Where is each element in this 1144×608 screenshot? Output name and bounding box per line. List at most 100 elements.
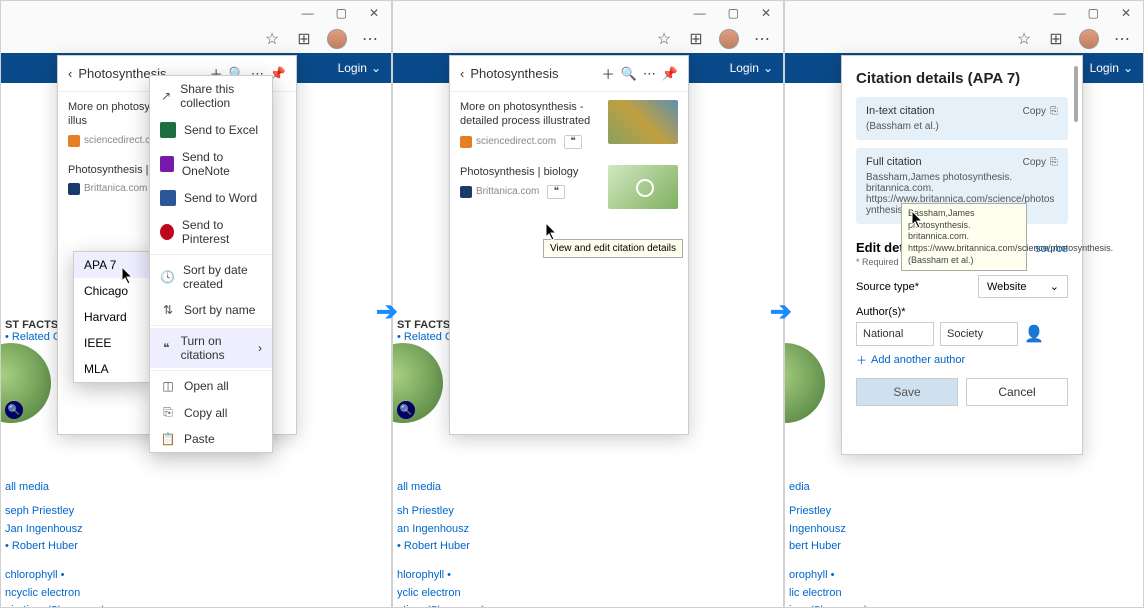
author-first-input[interactable]: National — [856, 322, 934, 346]
browser-toolbar: ☆ ⊞ ⋯ — [1003, 25, 1143, 53]
link-ingenhousz[interactable]: Ingenhousz — [789, 521, 846, 539]
link-electron[interactable]: lic electron — [789, 587, 842, 599]
format-ieee[interactable]: IEEE — [74, 330, 150, 356]
card-1-title: More on photosynthesis - detailed proces… — [460, 100, 600, 129]
card-2-thumbnail — [608, 165, 678, 209]
frame-step-1: — ▢ ✕ ☆ ⊞ ⋯ Login ⌄ ST FACTS • Related C… — [0, 0, 392, 608]
people-links: Priestley Ingenhousz bert Huber — [789, 503, 846, 556]
more-icon[interactable]: ⋯ — [753, 30, 771, 48]
menu-copy-all[interactable]: ⎘Copy all — [150, 399, 272, 426]
action-buttons: Save Cancel — [856, 378, 1068, 406]
menu-paste[interactable]: 📋Paste — [150, 426, 272, 452]
link-electron[interactable]: yclic electron — [397, 587, 461, 599]
link-chlorophyll[interactable]: hlorophyll — [397, 569, 444, 581]
menu-turn-on-citations[interactable]: ❝Turn on citations› — [150, 328, 272, 368]
cancel-button[interactable]: Cancel — [966, 378, 1068, 406]
menu-open-all[interactable]: ◫Open all — [150, 373, 272, 399]
more-icon[interactable]: ⋯ — [361, 30, 379, 48]
back-icon[interactable]: ‹ — [460, 66, 464, 81]
author-last-input[interactable]: Society — [940, 322, 1018, 346]
login-button[interactable]: Login ⌄ — [338, 61, 381, 75]
citation-button-1[interactable]: ❝ — [564, 135, 582, 149]
word-icon — [160, 190, 176, 206]
zoom-icon[interactable]: 🔍 — [5, 401, 23, 419]
close-button[interactable]: ✕ — [761, 6, 771, 20]
minimize-button[interactable]: — — [302, 6, 314, 20]
link-priestley[interactable]: Priestley — [789, 503, 846, 521]
citation-panel-title: Citation details (APA 7) — [856, 70, 1068, 87]
person-icon[interactable]: 👤 — [1024, 324, 1044, 344]
login-button[interactable]: Login ⌄ — [1090, 61, 1133, 75]
link-electron[interactable]: ncyclic electron — [5, 587, 80, 599]
collections-icon[interactable]: ⊞ — [687, 30, 705, 48]
pin-icon[interactable]: 📌 — [662, 66, 678, 82]
zoom-icon[interactable]: 🔍 — [397, 401, 415, 419]
onenote-icon — [160, 156, 174, 172]
link-chlorophyll[interactable]: chlorophyll — [5, 569, 58, 581]
link-ingenhousz[interactable]: Jan Ingenhousz — [5, 521, 83, 539]
add-icon[interactable]: ＋ — [602, 64, 615, 83]
source-type-select[interactable]: Website ⌄ — [978, 275, 1068, 298]
link-priestley[interactable]: sh Priestley — [397, 503, 470, 521]
all-media-link[interactable]: all media — [5, 481, 49, 493]
source-type-row: Source type* Website ⌄ — [856, 275, 1068, 298]
browser-toolbar: ☆ ⊞ ⋯ — [643, 25, 783, 53]
search-icon[interactable]: 🔍 — [621, 66, 637, 82]
minimize-button[interactable]: — — [1054, 6, 1066, 20]
scrollbar[interactable] — [1074, 66, 1078, 122]
chevron-down-icon: ⌄ — [371, 61, 381, 75]
panel-header: ‹ Photosynthesis ＋ 🔍 ⋯ 📌 — [450, 56, 688, 92]
menu-share[interactable]: ↗Share this collection — [150, 76, 272, 116]
copy-icon: ⎘ — [1050, 157, 1058, 168]
citation-button-2[interactable]: ❝ — [547, 185, 565, 199]
link-huber[interactable]: Robert Huber — [12, 540, 78, 552]
collection-card-2[interactable]: Photosynthesis | biology Brittanica.com … — [450, 157, 688, 217]
link-chlorophyll[interactable]: orophyll — [789, 569, 828, 581]
minimize-button[interactable]: — — [694, 6, 706, 20]
back-icon[interactable]: ‹ — [68, 66, 72, 81]
copy-full-button[interactable]: Copy ⎘ — [1023, 157, 1058, 168]
media-link[interactable]: edia — [789, 481, 810, 493]
save-button[interactable]: Save — [856, 378, 958, 406]
menu-excel[interactable]: Send to Excel — [150, 116, 272, 144]
profile-avatar[interactable] — [327, 29, 347, 49]
collections-icon[interactable]: ⊞ — [1047, 30, 1065, 48]
copy-intext-button[interactable]: Copy ⎘ — [1023, 106, 1058, 117]
link-huber[interactable]: Robert Huber — [404, 540, 470, 552]
collection-card-1[interactable]: More on photosynthesis - detailed proces… — [450, 92, 688, 157]
menu-pinterest[interactable]: Send to Pinterest — [150, 212, 272, 252]
close-button[interactable]: ✕ — [1121, 6, 1131, 20]
favorites-icon[interactable]: ☆ — [263, 30, 281, 48]
collections-icon[interactable]: ⊞ — [295, 30, 313, 48]
link-resp[interactable]: ior — [789, 604, 801, 608]
menu-word[interactable]: Send to Word — [150, 184, 272, 212]
more-menu-icon[interactable]: ⋯ — [643, 66, 656, 82]
menu-sort-date[interactable]: 🕓Sort by date created — [150, 257, 272, 297]
link-priestley[interactable]: seph Priestley — [5, 503, 83, 521]
format-harvard[interactable]: Harvard — [74, 304, 150, 330]
quote-icon: ❝ — [160, 341, 173, 355]
link-ingenhousz[interactable]: an Ingenhousz — [397, 521, 470, 539]
format-chicago[interactable]: Chicago — [74, 278, 150, 304]
login-button[interactable]: Login ⌄ — [730, 61, 773, 75]
favorites-icon[interactable]: ☆ — [1015, 30, 1033, 48]
more-icon[interactable]: ⋯ — [1113, 30, 1131, 48]
add-author-button[interactable]: ＋ Add another author — [856, 352, 1068, 368]
link-resp[interactable]: piratior — [5, 604, 39, 608]
frame-step-2: — ▢ ✕ ☆ ⊞ ⋯ Login ⌄ ST FACTS • Related C… — [392, 0, 784, 608]
link-resp[interactable]: atior — [397, 604, 418, 608]
menu-onenote[interactable]: Send to OneNote — [150, 144, 272, 184]
close-button[interactable]: ✕ — [369, 6, 379, 20]
link-huber[interactable]: bert Huber — [789, 540, 841, 552]
maximize-button[interactable]: ▢ — [1088, 6, 1099, 20]
profile-avatar[interactable] — [719, 29, 739, 49]
maximize-button[interactable]: ▢ — [336, 6, 347, 20]
maximize-button[interactable]: ▢ — [728, 6, 739, 20]
profile-avatar[interactable] — [1079, 29, 1099, 49]
all-media-link[interactable]: all media — [397, 481, 441, 493]
format-mla[interactable]: MLA — [74, 356, 150, 382]
format-apa[interactable]: APA 7 — [74, 252, 150, 278]
favorites-icon[interactable]: ☆ — [655, 30, 673, 48]
menu-sort-name[interactable]: ⇅Sort by name — [150, 297, 272, 323]
context-menu: ↗Share this collection Send to Excel Sen… — [149, 75, 273, 453]
